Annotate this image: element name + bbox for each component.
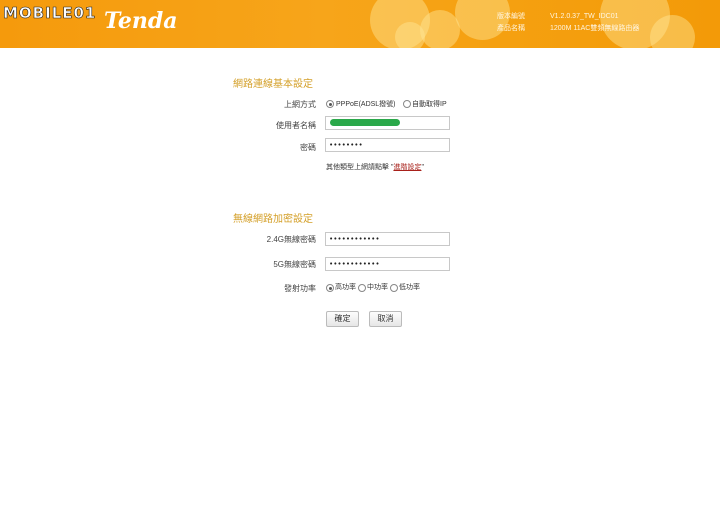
radio-power-mid-label: 中功率 — [367, 284, 388, 291]
product-label: 產品名稱 — [497, 25, 525, 32]
product-value: 1200M 11AC雙頻無線路由器 — [550, 25, 640, 32]
cancel-button[interactable]: 取消 — [369, 311, 402, 327]
username-label: 使用者名稱 — [276, 121, 316, 130]
radio-dhcp-label: 自動取得IP — [412, 101, 447, 108]
note-suffix: " — [421, 164, 424, 171]
info-values: V1.2.0.37_TW_IDC01 1200M 11AC雙頻無線路由器 — [550, 11, 639, 35]
radio-pppoe-label: PPPoE(ADSL撥號) — [336, 101, 396, 108]
wifi24-password-label: 2.4G無線密碼 — [266, 235, 316, 244]
radio-pppoe[interactable] — [326, 100, 334, 108]
radio-power-high-label: 高功率 — [335, 284, 356, 291]
wan-section-title: 網路連線基本設定 — [233, 79, 313, 90]
radio-power-low[interactable] — [390, 284, 398, 292]
tx-power-label: 發射功率 — [284, 284, 316, 293]
wireless-section-title: 無線網路加密設定 — [233, 214, 313, 225]
radio-dhcp[interactable] — [403, 100, 411, 108]
username-input[interactable] — [325, 116, 450, 130]
password-input[interactable]: •••••••• — [325, 138, 450, 152]
ok-button[interactable]: 確定 — [326, 311, 359, 327]
header-bar: MOBILE01 Tenda 版本編號 產品名稱 V1.2.0.37_TW_ID… — [0, 0, 720, 48]
redaction-mark — [330, 119, 400, 126]
radio-power-high[interactable] — [326, 284, 334, 292]
radio-power-mid[interactable] — [358, 284, 366, 292]
wifi5-password-label: 5G無線密碼 — [273, 260, 316, 269]
radio-power-low-label: 低功率 — [399, 284, 420, 291]
connection-type-label: 上網方式 — [284, 100, 316, 109]
wifi5-password-input[interactable]: •••••••••••• — [325, 257, 450, 271]
info-labels: 版本編號 產品名稱 — [497, 11, 525, 35]
advanced-settings-link[interactable]: 進階設定 — [393, 164, 421, 171]
advanced-settings-note: 其他類型上網請點擊 "進階設定" — [326, 162, 424, 172]
password-label: 密碼 — [300, 143, 316, 152]
wifi24-password-input[interactable]: •••••••••••• — [325, 232, 450, 246]
watermark-logo: MOBILE01 — [3, 4, 97, 23]
firmware-label: 版本編號 — [497, 13, 525, 20]
firmware-value: V1.2.0.37_TW_IDC01 — [550, 13, 619, 20]
note-prefix: 其他類型上網請點擊 " — [326, 164, 394, 171]
tenda-logo: Tenda — [104, 8, 178, 34]
